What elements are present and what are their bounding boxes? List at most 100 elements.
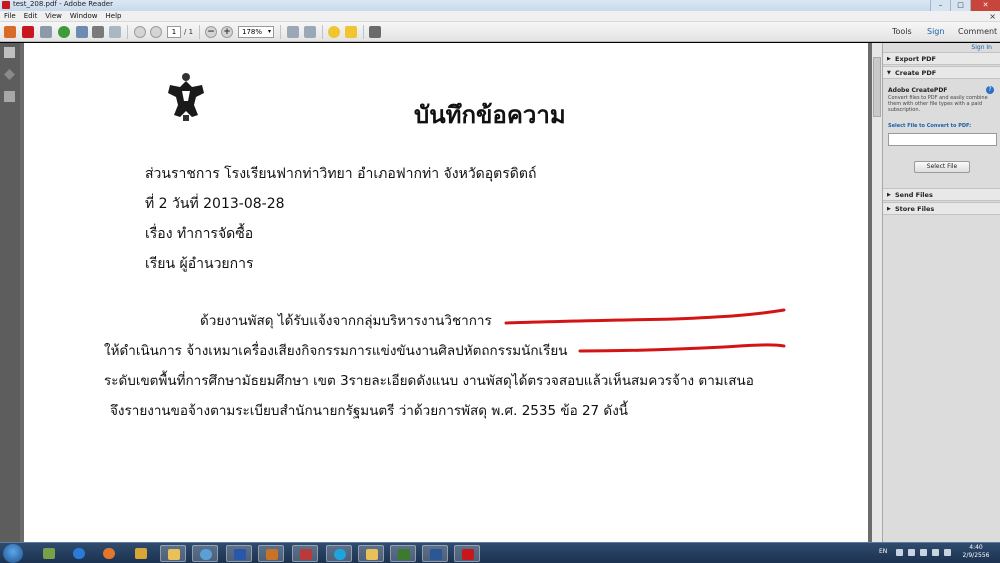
select-file-label: Select File to Convert to PDF: — [888, 123, 972, 129]
adobe-reader-icon — [2, 1, 10, 9]
menu-edit[interactable]: Edit — [20, 11, 42, 21]
print-icon[interactable] — [92, 26, 104, 38]
ink-stroke-1 — [504, 308, 786, 325]
highlight-icon[interactable] — [345, 26, 357, 38]
taskbar-app[interactable] — [454, 545, 480, 562]
comment-tab[interactable]: Comment — [958, 26, 997, 38]
sign-tab[interactable]: Sign — [927, 26, 944, 38]
close-button[interactable]: ✕ — [970, 0, 1000, 11]
cloud-icon[interactable] — [58, 26, 70, 38]
title-bar: test_208.pdf - Adobe Reader – □ ✕ — [0, 0, 1000, 11]
expanded-triangle-icon: ▼ — [887, 70, 891, 76]
edit-icon[interactable] — [40, 26, 52, 38]
taskbar: EN 4:40 2/9/2556 — [0, 542, 1000, 563]
create-icon[interactable] — [22, 26, 34, 38]
taskbar-app[interactable] — [226, 545, 252, 562]
document-viewport[interactable]: บันทึกข้อความ ส่วนราชการ โรงเรียนฟากท่าว… — [20, 43, 882, 542]
page-number-input[interactable]: 1 — [167, 26, 181, 38]
store-files-section[interactable]: ▶ Store Files — [883, 202, 1000, 215]
select-file-button[interactable]: Select File — [914, 161, 970, 173]
toolbar-divider — [199, 25, 200, 39]
fit-width-icon[interactable] — [304, 26, 316, 38]
volume-icon[interactable] — [932, 549, 939, 556]
app-icon — [43, 548, 55, 559]
create-pdf-icon[interactable] — [4, 26, 16, 38]
menu-help[interactable]: Help — [102, 11, 126, 21]
sticky-note-icon[interactable] — [328, 26, 340, 38]
page-thumbnails-icon[interactable] — [4, 47, 15, 58]
toolbar-divider — [322, 25, 323, 39]
taskbar-app[interactable] — [160, 545, 186, 562]
window-title: test_208.pdf - Adobe Reader — [13, 0, 113, 8]
attachments-icon[interactable] — [4, 69, 15, 80]
chrome-icon — [200, 549, 212, 560]
maximize-button[interactable]: □ — [950, 0, 970, 11]
taskbar-app[interactable] — [258, 545, 284, 562]
clock[interactable]: 4:40 2/9/2556 — [958, 544, 994, 560]
close-document-icon[interactable]: × — [989, 11, 996, 22]
expand-icon[interactable] — [369, 26, 381, 38]
app-icon — [135, 548, 147, 559]
previous-page-icon[interactable] — [134, 26, 146, 38]
save-icon[interactable] — [76, 26, 88, 38]
app-icon — [300, 549, 312, 560]
menu-view[interactable]: View — [41, 11, 66, 21]
window-controls: – □ ✕ — [930, 0, 1000, 11]
file-to-convert-field[interactable] — [888, 133, 997, 146]
collapsed-triangle-icon: ▶ — [887, 192, 891, 198]
pdf-page: บันทึกข้อความ ส่วนราชการ โรงเรียนฟากท่าว… — [24, 43, 868, 542]
minimize-button[interactable]: – — [930, 0, 950, 11]
zoom-out-button[interactable]: − — [205, 26, 217, 38]
taskbar-app[interactable] — [390, 545, 416, 562]
collapsed-triangle-icon: ▶ — [887, 206, 891, 212]
zoom-in-button[interactable]: + — [221, 26, 233, 38]
email-icon[interactable] — [109, 26, 121, 38]
export-pdf-label: Export PDF — [895, 55, 936, 63]
createpdf-description: Convert files to PDF and easily combine … — [888, 95, 988, 113]
store-files-label: Store Files — [895, 205, 935, 213]
collapsed-triangle-icon: ▶ — [887, 56, 891, 62]
sign-in-link[interactable]: Sign In — [971, 44, 992, 51]
ink-stroke-2 — [578, 343, 786, 353]
firefox-icon — [103, 548, 115, 559]
app-icon — [234, 549, 246, 560]
tray-icon[interactable] — [908, 549, 915, 556]
navigation-panel — [0, 43, 20, 542]
create-pdf-section[interactable]: ▼ Create PDF — [883, 66, 1000, 79]
taskbar-app[interactable] — [292, 545, 318, 562]
vertical-scrollbar[interactable] — [872, 43, 882, 542]
taskbar-app[interactable] — [422, 545, 448, 562]
language-indicator[interactable]: EN — [879, 548, 887, 555]
word-icon — [430, 549, 442, 560]
scrollbar-thumb[interactable] — [873, 57, 881, 117]
export-pdf-section[interactable]: ▶ Export PDF — [883, 52, 1000, 65]
taskbar-app[interactable] — [96, 545, 122, 562]
layers-icon[interactable] — [4, 91, 15, 102]
next-page-icon[interactable] — [150, 26, 162, 38]
help-icon[interactable]: ? — [986, 86, 994, 94]
fit-page-icon[interactable] — [287, 26, 299, 38]
menu-file[interactable]: File — [0, 11, 20, 21]
zoom-value: 178% — [242, 28, 263, 36]
tools-tab[interactable]: Tools — [892, 26, 912, 38]
network-icon[interactable] — [920, 549, 927, 556]
tray-icon[interactable] — [944, 549, 951, 556]
taskbar-app[interactable] — [66, 545, 92, 562]
skype-icon — [334, 549, 346, 560]
createpdf-title: Adobe CreatePDF — [888, 87, 948, 94]
tray-icon[interactable] — [896, 549, 903, 556]
create-pdf-label: Create PDF — [895, 69, 937, 77]
taskbar-app[interactable] — [36, 545, 62, 562]
taskbar-app[interactable] — [326, 545, 352, 562]
adobe-reader-icon — [462, 549, 474, 560]
menu-window[interactable]: Window — [66, 11, 102, 21]
taskbar-app[interactable] — [128, 545, 154, 562]
taskbar-app[interactable] — [192, 545, 218, 562]
send-files-section[interactable]: ▶ Send Files — [883, 188, 1000, 201]
chevron-down-icon: ▾ — [267, 28, 271, 35]
taskbar-app[interactable] — [358, 545, 384, 562]
zoom-select[interactable]: 178% ▾ — [238, 26, 274, 38]
start-button[interactable] — [3, 544, 23, 563]
toolbar-divider — [363, 25, 364, 39]
toolbar: 1 / 1 − + 178% ▾ Tools Sign Comment — [0, 22, 1000, 42]
